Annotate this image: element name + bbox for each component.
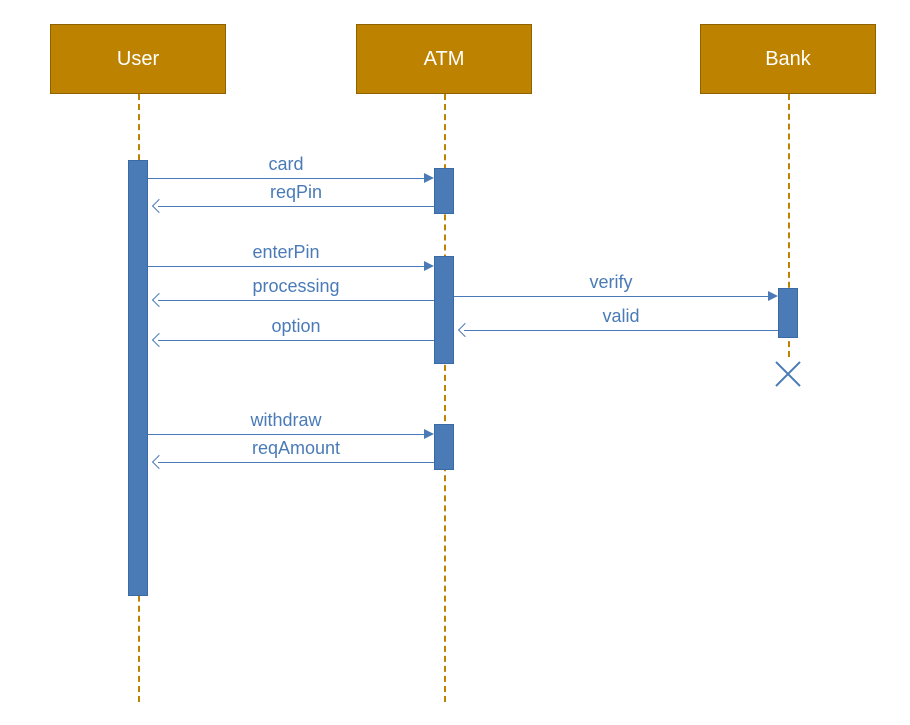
actor-bank: Bank: [700, 24, 876, 94]
actor-user: User: [50, 24, 226, 94]
msg-reqamount-label: reqAmount: [158, 438, 434, 459]
actor-user-label: User: [117, 48, 159, 71]
actor-atm-label: ATM: [424, 48, 465, 71]
msg-verify-line: [454, 296, 768, 297]
msg-card-label: card: [148, 154, 424, 175]
msg-reqpin-line: [158, 206, 434, 207]
msg-option-label: option: [158, 316, 434, 337]
msg-enterpin-line: [148, 266, 424, 267]
msg-verify-arrow-icon: [768, 291, 778, 301]
msg-reqamount-arrow-icon: [152, 455, 166, 469]
msg-valid-arrow-icon: [458, 323, 472, 337]
msg-enterpin-label: enterPin: [148, 242, 424, 263]
sequence-diagram: User ATM Bank card reqPin enterPin proce…: [0, 0, 910, 725]
msg-withdraw-label: withdraw: [148, 410, 424, 431]
msg-reqamount-line: [158, 462, 434, 463]
actor-bank-label: Bank: [765, 48, 811, 71]
msg-card-arrow-icon: [424, 173, 434, 183]
msg-reqpin-label: reqPin: [158, 182, 434, 203]
activation-bank: [778, 288, 798, 338]
msg-reqpin-arrow-icon: [152, 199, 166, 213]
msg-withdraw-line: [148, 434, 424, 435]
destroy-bank-icon: [771, 357, 805, 391]
msg-valid-label: valid: [464, 306, 778, 327]
activation-atm-3: [434, 424, 454, 470]
msg-processing-label: processing: [158, 276, 434, 297]
activation-atm-1: [434, 168, 454, 214]
activation-user: [128, 160, 148, 596]
msg-withdraw-arrow-icon: [424, 429, 434, 439]
actor-atm: ATM: [356, 24, 532, 94]
msg-valid-line: [464, 330, 778, 331]
msg-card-line: [148, 178, 424, 179]
activation-atm-2: [434, 256, 454, 364]
msg-option-line: [158, 340, 434, 341]
msg-verify-label: verify: [454, 272, 768, 293]
msg-processing-arrow-icon: [152, 293, 166, 307]
msg-option-arrow-icon: [152, 333, 166, 347]
msg-enterpin-arrow-icon: [424, 261, 434, 271]
msg-processing-line: [158, 300, 434, 301]
